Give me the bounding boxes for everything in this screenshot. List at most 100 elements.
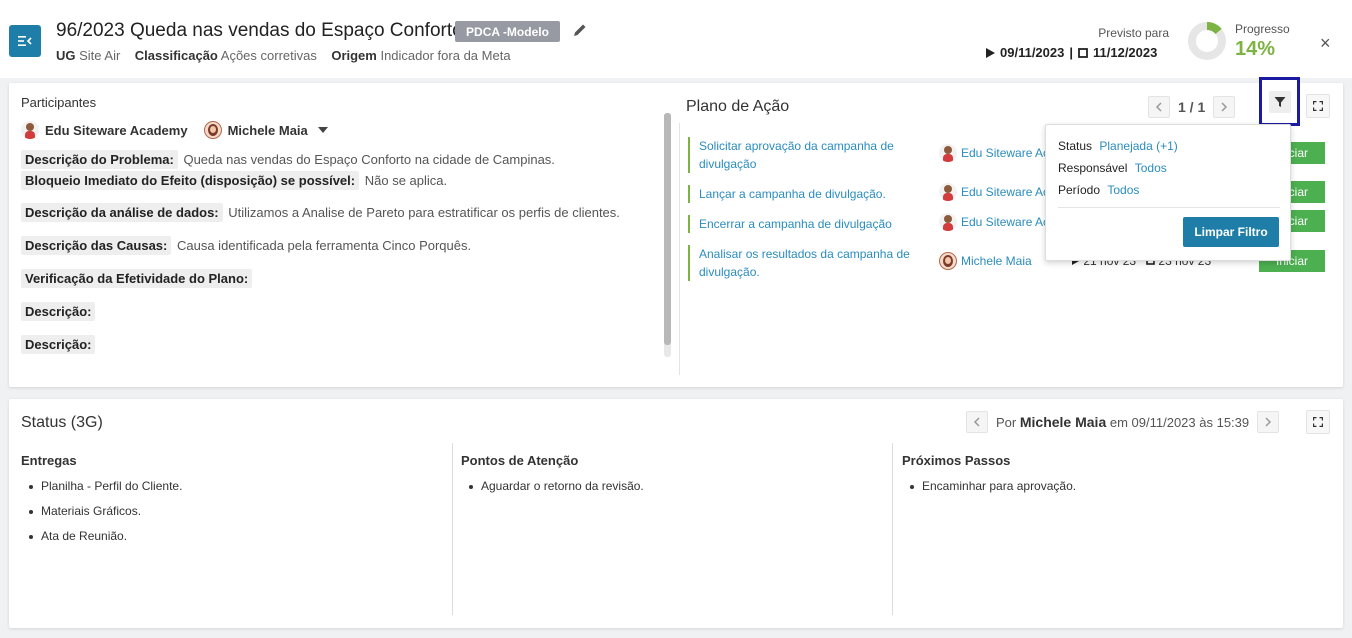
chevron-right-icon [1221, 102, 1228, 112]
avatar [939, 213, 957, 231]
divider [679, 123, 680, 375]
edit-pencil-icon[interactable] [572, 22, 588, 38]
plano-title: Plano de Ação [686, 98, 790, 115]
filter-inner [1268, 90, 1291, 113]
filter-status-value[interactable]: Planejada (+1) [1099, 139, 1177, 153]
field-label: Descrição do Problema: [21, 150, 178, 169]
content-fade [19, 365, 419, 387]
status-column-pontos: Pontos de Atenção Aguardar o retorno da … [461, 443, 886, 615]
field-value: Queda nas vendas do Espaço Conforto na c… [183, 152, 555, 167]
status-next-button[interactable] [1257, 411, 1280, 433]
end-date: 11/12/2023 [1093, 45, 1158, 60]
field-value: Não se aplica. [364, 173, 448, 188]
filter-popover: Status Planejada (+1) Responsável Todos … [1045, 124, 1291, 261]
column-list: Encaminhar para aprovação. [902, 474, 1327, 499]
stop-icon [1078, 47, 1088, 58]
filter-status-row: Status Planejada (+1) [1058, 139, 1178, 153]
clear-filter-button[interactable]: Limpar Filtro [1183, 217, 1279, 247]
page-header: 96/2023 Queda nas vendas do Espaço Confo… [0, 0, 1352, 78]
start-date: 09/11/2023 [1000, 45, 1065, 60]
list-item: Planilha - Perfil do Cliente. [21, 474, 446, 499]
filter-responsavel-row: Responsável Todos [1058, 161, 1167, 175]
task-owner[interactable]: Edu Siteware Ac [939, 144, 1049, 162]
pager-next-button[interactable] [1213, 96, 1236, 118]
filter-periodo-value[interactable]: Todos [1107, 183, 1139, 197]
owner-name[interactable]: Edu Siteware Ac [961, 185, 1049, 199]
progress-value: 14% [1235, 38, 1276, 60]
participants-title: Participantes [21, 95, 97, 110]
status-column-proximos: Próximos Passos Encaminhar para aprovaçã… [902, 443, 1327, 615]
participant-name[interactable]: Edu Siteware Academy [45, 123, 188, 138]
avatar [939, 183, 957, 201]
filter-button[interactable] [1259, 77, 1300, 126]
expand-icon [1313, 417, 1323, 427]
column-list: Planilha - Perfil do Cliente. Materiais … [21, 474, 446, 549]
plano-pager: 1 / 1 [1148, 96, 1236, 118]
field-label: Descrição: [21, 335, 96, 354]
expand-button[interactable] [1306, 410, 1330, 434]
field-verificacao: Verificação da Efetividade do Plano: [21, 269, 253, 288]
avatar [21, 121, 39, 139]
list-item: Materiais Gráficos. [21, 499, 446, 524]
close-icon[interactable]: × [1320, 33, 1331, 54]
scrollbar-thumb[interactable] [664, 113, 671, 345]
task-link[interactable]: Lançar a campanha de divulgação. [688, 185, 918, 203]
task-owner[interactable]: Edu Siteware Ac [939, 183, 1049, 201]
field-value: Utilizamos a Analise de Pareto para estr… [228, 205, 620, 220]
column-title: Entregas [21, 453, 77, 468]
page-title: 96/2023 Queda nas vendas do Espaço Confo… [56, 20, 463, 41]
field-descricao: Descrição: [21, 335, 96, 354]
chevron-left-icon [1155, 102, 1162, 112]
task-link[interactable]: Encerrar a campanha de divulgação [688, 215, 918, 233]
participants-list: Edu Siteware Academy Michele Maia [21, 121, 328, 139]
task-owner[interactable]: Edu Siteware Ac [939, 213, 1049, 231]
column-title: Próximos Passos [902, 453, 1011, 468]
field-analise: Descrição da análise de dados: Utilizamo… [21, 203, 620, 222]
expand-button[interactable] [1306, 94, 1330, 118]
task-link[interactable]: Solicitar aprovação da campanha de divul… [688, 137, 918, 173]
menu-toggle-button[interactable] [9, 25, 41, 57]
left-scrollbar[interactable] [664, 113, 671, 357]
status-date: em 09/11/2023 às 15:39 [1109, 415, 1250, 430]
divider [452, 443, 453, 615]
list-item: Encaminhar para aprovação. [902, 474, 1327, 499]
previsto-dates: 09/11/2023 | 11/12/2023 [986, 45, 1157, 60]
avatar [939, 252, 957, 270]
pager-prev-button[interactable] [1148, 96, 1170, 118]
field-problema: Descrição do Problema: Queda nas vendas … [21, 150, 555, 169]
avatar [939, 144, 957, 162]
filter-responsavel-value[interactable]: Todos [1135, 161, 1167, 175]
task-link[interactable]: Analisar os resultados da campanha de di… [688, 245, 918, 281]
column-list: Aguardar o retorno da revisão. [461, 474, 886, 499]
divider [892, 443, 893, 615]
list-item: Ata de Reunião. [21, 524, 446, 549]
owner-name[interactable]: Michele Maia [961, 254, 1032, 268]
field-label: Bloqueio Imediato do Efeito (disposição)… [21, 171, 360, 190]
field-causas: Descrição das Causas: Causa identificada… [21, 236, 472, 255]
status-nav: Por Michele Maia em 09/11/2023 às 15:39 [966, 411, 1280, 433]
classificacao-value: Ações corretivas [220, 48, 317, 63]
ug-label: UG [56, 48, 76, 63]
list-item: Aguardar o retorno da revisão. [461, 474, 886, 499]
chevron-down-icon[interactable] [317, 127, 328, 133]
owner-name[interactable]: Edu Siteware Ac [961, 215, 1049, 229]
previsto-label: Previsto para [1098, 26, 1169, 40]
filter-responsavel-label: Responsável [1058, 161, 1128, 175]
participant-name[interactable]: Michele Maia [228, 123, 308, 138]
origem-value: Indicador fora da Meta [380, 48, 511, 63]
ug-value: Site Air [79, 48, 121, 63]
status-prev-button[interactable] [966, 411, 988, 433]
field-value: Causa identificada pela ferramenta Cinco… [176, 238, 472, 253]
filter-status-label: Status [1058, 139, 1093, 153]
status-column-entregas: Entregas Planilha - Perfil do Cliente. M… [21, 443, 446, 615]
progress-label: Progresso [1235, 22, 1290, 36]
status-author: Michele Maia [1019, 414, 1107, 430]
play-icon [986, 47, 995, 58]
expand-icon [1313, 101, 1323, 111]
pager-text: 1 / 1 [1178, 99, 1206, 115]
owner-name[interactable]: Edu Siteware Ac [961, 146, 1049, 160]
field-label: Verificação da Efetividade do Plano: [21, 269, 253, 288]
field-label: Descrição: [21, 302, 96, 321]
column-title: Pontos de Atenção [461, 453, 579, 468]
task-owner[interactable]: Michele Maia [939, 252, 1032, 270]
